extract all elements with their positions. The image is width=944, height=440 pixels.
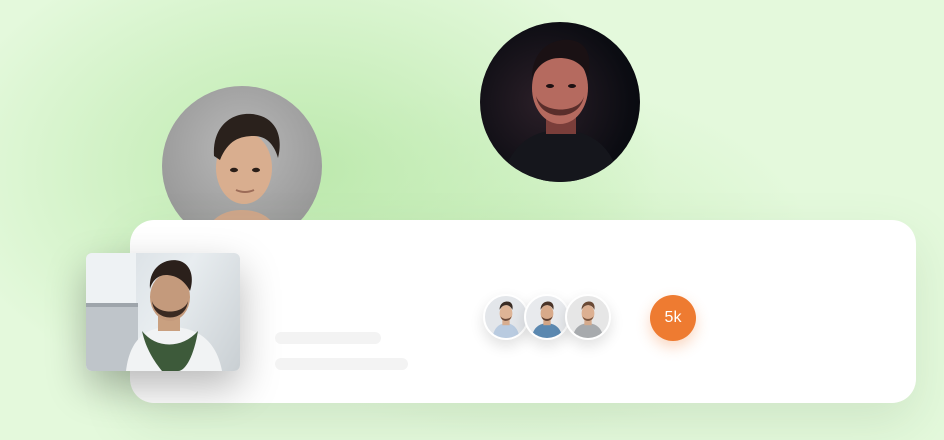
person-avatar-icon (492, 301, 520, 338)
skeleton-line-subtitle (275, 358, 408, 370)
person-photo-icon (86, 253, 222, 371)
skeleton-line-title (275, 332, 381, 344)
profile-photo (86, 253, 240, 371)
member-count-badge[interactable]: 5k (650, 295, 696, 341)
person-avatar-icon (502, 39, 620, 182)
person-avatar-icon (572, 301, 604, 338)
person-avatar-icon (531, 301, 563, 338)
member-avatar-3[interactable] (565, 294, 611, 340)
member-avatar-2[interactable] (524, 294, 570, 340)
avatar-right (480, 22, 640, 182)
member-avatar-1[interactable] (483, 294, 529, 340)
